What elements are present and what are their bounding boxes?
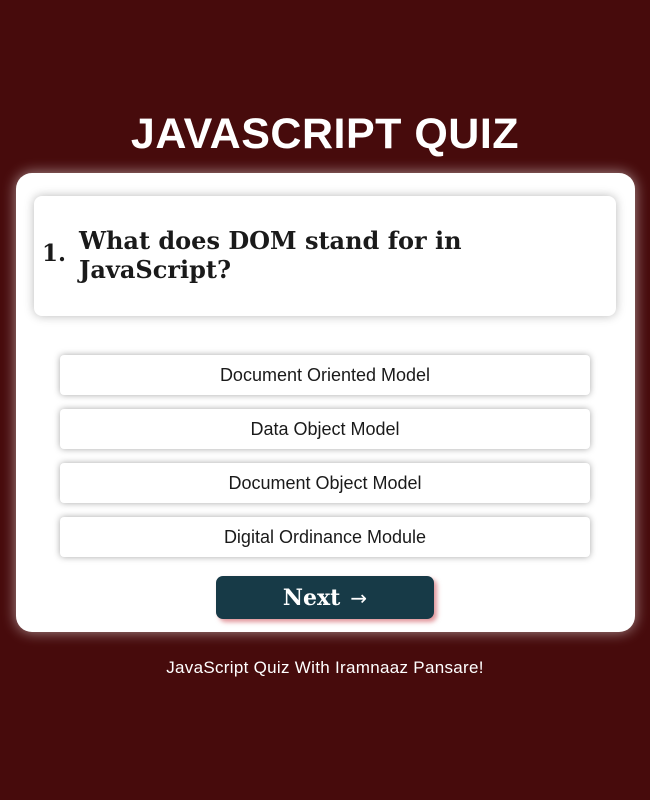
answer-option[interactable]: Document Oriented Model xyxy=(60,355,590,395)
question-number: 1. xyxy=(42,240,67,267)
question-text: What does DOM stand for in JavaScript? xyxy=(79,226,462,284)
footer-text: JavaScript Quiz With Iramnaaz Pansare! xyxy=(166,658,484,677)
answer-option[interactable]: Data Object Model xyxy=(60,409,590,449)
answer-option[interactable]: Document Object Model xyxy=(60,463,590,503)
question-box: 1. What does DOM stand for in JavaScript… xyxy=(34,196,616,316)
next-button[interactable]: Next → xyxy=(216,576,434,619)
arrow-right-icon: → xyxy=(350,585,368,610)
quiz-title: JAVASCRIPT QUIZ xyxy=(130,110,520,158)
next-button-label: Next xyxy=(282,584,341,611)
answer-option[interactable]: Digital Ordinance Module xyxy=(60,517,590,557)
